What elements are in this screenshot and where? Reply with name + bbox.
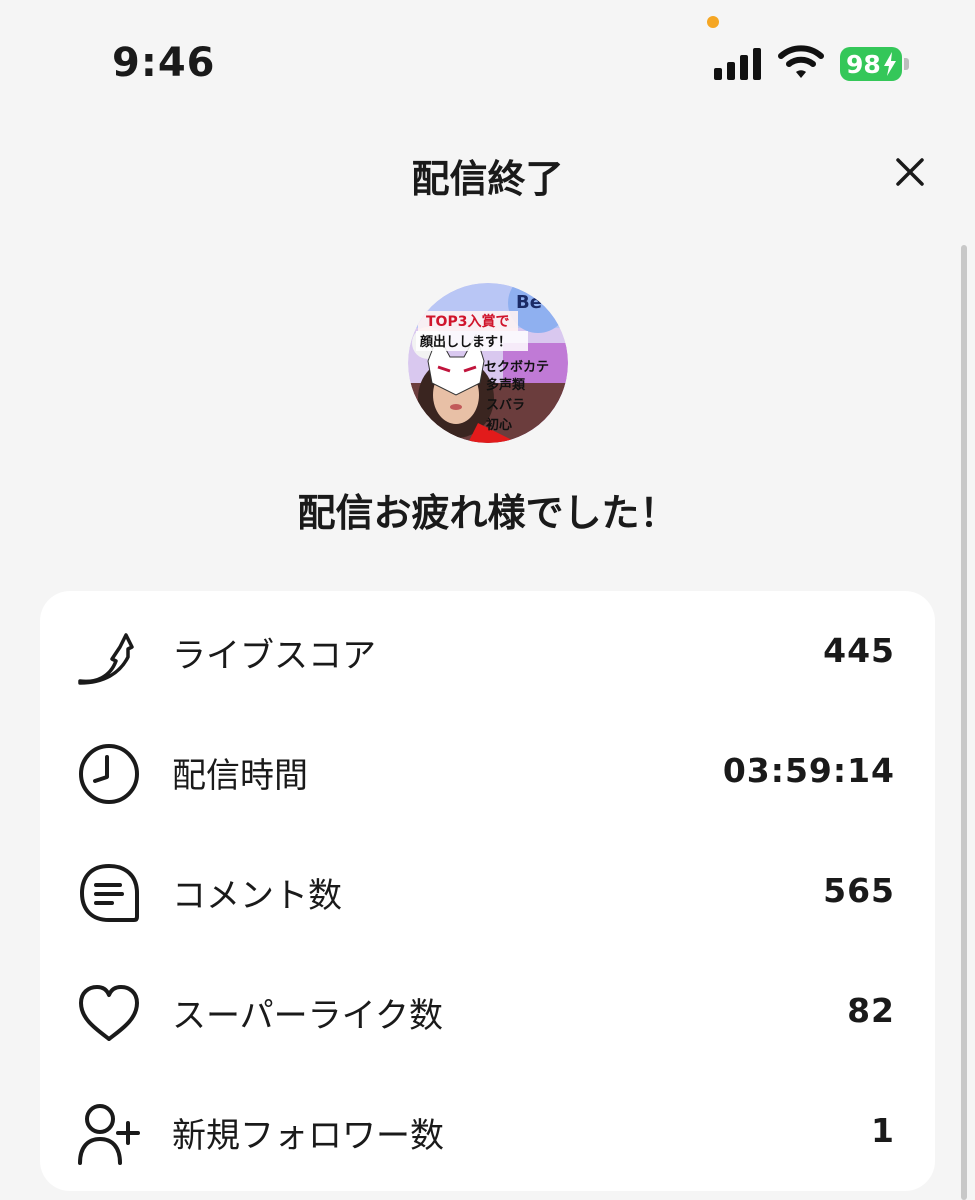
- stat-label: 新規フォロワー数: [172, 1116, 444, 1156]
- stat-value: 1: [871, 1111, 895, 1150]
- add-follower-icon: [78, 1104, 140, 1165]
- status-bar: 9:46 98: [0, 0, 975, 110]
- stat-row-comments: コメント数 565: [40, 831, 935, 951]
- avatar-brand: Be: [516, 292, 542, 313]
- status-time: 9:46: [112, 40, 216, 86]
- avatar-text-6: 初心: [486, 417, 512, 433]
- charging-bolt-icon: [884, 52, 896, 76]
- stat-value: 03:59:14: [722, 751, 895, 790]
- stats-card: ライブスコア 445 配信時間 03:59:14 コメント数 565 スーパーラ…: [40, 591, 935, 1191]
- stat-value: 82: [847, 991, 895, 1030]
- avatar: TOP3入賞で 顔出しします！ セクボカテ 多声類 スバラ 初心 Be: [408, 283, 568, 443]
- page-title: 配信終了: [411, 157, 564, 201]
- signal-icon: [714, 48, 761, 80]
- stat-label: コメント数: [172, 876, 342, 916]
- battery-cap: [904, 58, 909, 70]
- wifi-icon: [778, 45, 824, 78]
- comment-bubble-icon: [80, 864, 139, 922]
- avatar-text-3: セクボカテ: [484, 359, 549, 375]
- stat-label: ライブスコア: [172, 636, 376, 676]
- avatar-text-1: TOP3入賞で: [426, 313, 509, 330]
- greeting-message: 配信お疲れ様でした！: [297, 491, 678, 535]
- avatar-text-4: 多声類: [486, 377, 526, 393]
- stat-row-stream-time: 配信時間 03:59:14: [40, 711, 935, 831]
- avatar-text-2: 顔出しします！: [419, 334, 511, 350]
- close-icon[interactable]: [888, 150, 932, 194]
- avatar-text-5: スバラ: [486, 398, 525, 413]
- scrollbar[interactable]: [961, 245, 967, 1200]
- stat-value: 445: [823, 631, 895, 670]
- stat-value: 565: [823, 871, 895, 910]
- stat-label: 配信時間: [172, 756, 308, 796]
- stat-row-new-followers: 新規フォロワー数 1: [40, 1071, 935, 1191]
- privacy-indicator-dot: [707, 16, 719, 28]
- stat-row-live-score: ライブスコア 445: [40, 591, 935, 711]
- live-score-arrow-icon: [78, 633, 134, 685]
- stat-row-super-likes: スーパーライク数 82: [40, 951, 935, 1071]
- clock-icon: [79, 744, 139, 804]
- battery-icon: 98: [840, 47, 910, 81]
- stat-label: スーパーライク数: [172, 996, 443, 1036]
- heart-icon: [79, 985, 139, 1041]
